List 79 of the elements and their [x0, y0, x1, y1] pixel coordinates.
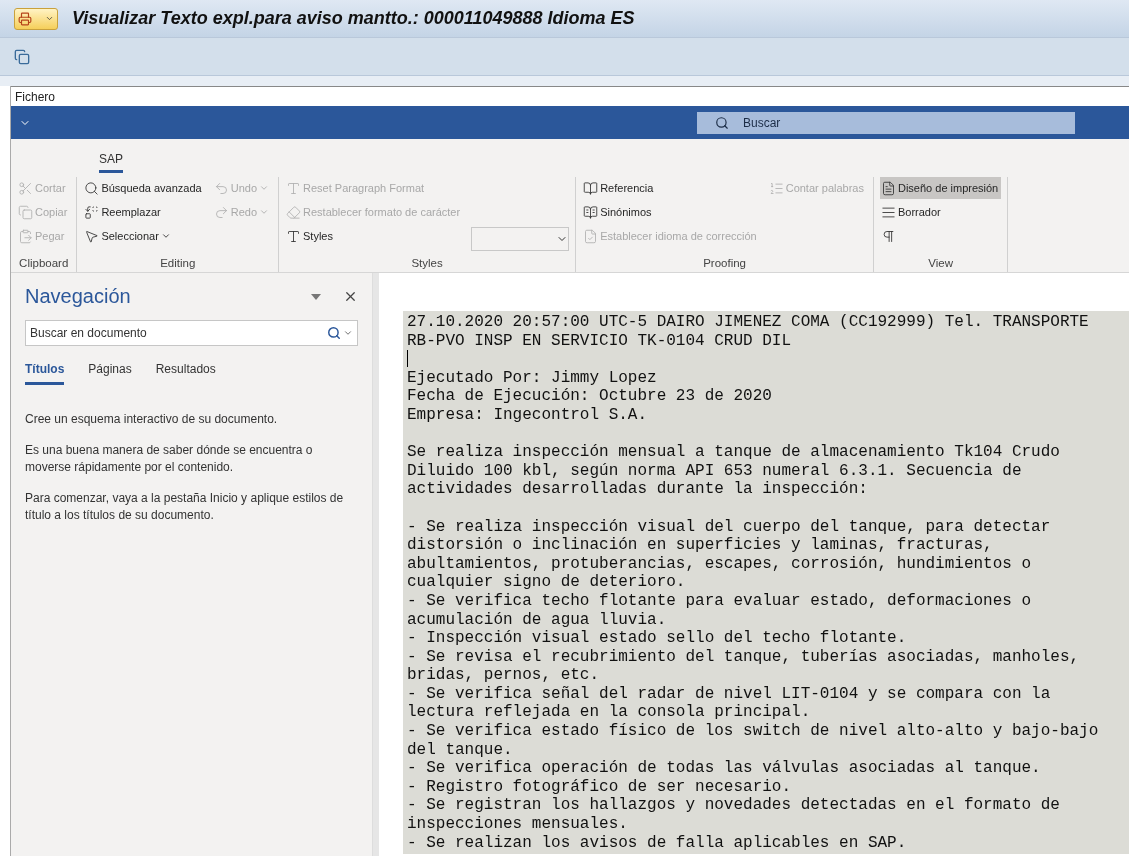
document-line: inspecciones mensuales. [407, 815, 629, 834]
help-text: Para comenzar, vaya a la pestaña Inicio y aplique estilos de título a los títulos de su documento. [25, 490, 345, 524]
document-line: del tanque. [407, 740, 514, 760]
search-icon [327, 326, 341, 340]
undo-icon [213, 180, 229, 196]
group-label: Clipboard [18, 257, 70, 269]
pane-tab[interactable]: Páginas [88, 358, 132, 385]
scissors-icon [18, 180, 33, 196]
document-line: distorsión o inclinación en superficies y laminas, fracturas, [407, 536, 994, 555]
caret-icon [45, 14, 54, 23]
lines-icon [880, 204, 896, 220]
document-line: - Se realizan los avisos de falla aplicables en SAP. [407, 833, 908, 853]
document-line: - Se verifica operación de todas las válvulas asociadas al tanque. [407, 759, 1042, 778]
document-line: actividades desarrolladas durante la inspección: [407, 480, 869, 499]
pane-title: Navegación [25, 285, 131, 308]
window-title: Visualizar Texto expl.para aviso mantto.: 000011049888 Idioma ES [72, 8, 635, 29]
document-line: - Se verifica estado físico de los switch de nivel alto-alto y bajo-bajo [407, 722, 1100, 741]
pane-tab[interactable]: Títulos [25, 358, 65, 385]
group-label: View [927, 257, 954, 269]
document-line: - Se verifica techo flotante para evaluar estado, deformaciones o [407, 591, 1033, 611]
ribbon-button[interactable]: Borrador [879, 201, 1002, 223]
document-line: - Se realiza inspección visual del cuerpo del tanque, para detectar [407, 517, 1052, 537]
book-search-icon [583, 180, 599, 196]
document-line: - Se registran los hallazgos y novedades detectadas en el formato de [407, 796, 1061, 816]
ribbon-button[interactable]: Diseño de impresión [879, 177, 1002, 199]
document-line: 27.10.2020 20:57:00 UTC-5 DAIRO JIMENEZ COMA (CC192999) Tel. TRANSPORTE [407, 313, 1090, 332]
document-line: Ejecutado Por: Jimmy Lopez [407, 368, 658, 388]
redo-icon [213, 204, 229, 220]
ribbon-button[interactable]: Reemplazar [83, 201, 205, 223]
search-field[interactable]: Buscar en documento [25, 320, 358, 346]
ribbon-button[interactable]: Styles [285, 225, 464, 247]
help-text: Es una buena manera de saber dónde se encuentra o moverse rápidamente por el contenido. [25, 442, 314, 476]
document-line: - Se verifica señal del radar de nivel LIT-0104 y se compara con la [407, 684, 1052, 704]
pointer-icon [84, 228, 100, 244]
group-label: Proofing [702, 257, 747, 269]
document-line: acumulación de agua lluvia. [407, 610, 668, 630]
group-label: Styles [410, 257, 444, 269]
document-line: Fecha de Ejecución: Octubre 23 de 2020 [407, 387, 773, 406]
chevron-icon [343, 328, 353, 338]
document-line: - Registro fotográfico de ser necesario. [407, 777, 793, 797]
document-line: cualquier signo de deterioro. [407, 573, 687, 592]
document-line: bridas, pernos, etc. [407, 666, 601, 685]
eraser-icon [286, 204, 301, 220]
ribbon-button[interactable]: Sinónimos [582, 201, 760, 223]
clipboard-icon [18, 228, 33, 244]
ribbon-button[interactable]: Búsqueda avanzada [83, 177, 205, 199]
replace-icon [84, 204, 100, 220]
ribbon-button[interactable]: Referencia [582, 177, 760, 199]
document-line: - Inspección visual estado sello del techo flotante. [407, 629, 908, 648]
document-line: Se realiza inspección mensual a tanque de almacenamiento Tk104 Crudo [407, 443, 1061, 462]
help-text: Cree un esquema interactivo de su documento. [25, 411, 279, 428]
document-line: lectura reflejada en la consola principal. [407, 703, 812, 723]
search-input[interactable]: Buscar en documento [30, 326, 325, 340]
pane-tab[interactable]: Resultados [155, 358, 216, 385]
ribbon-tab[interactable]: SAP [99, 152, 123, 173]
search-icon [84, 180, 100, 196]
menu-item[interactable]: Fichero [15, 89, 55, 104]
menu-button[interactable] [14, 7, 58, 30]
search-field[interactable]: Buscar [697, 111, 1075, 134]
ribbon-button[interactable]: Seleccionar [83, 225, 205, 247]
copy-icon [18, 204, 33, 220]
book-icon [583, 204, 599, 220]
group-label: Editing [159, 257, 197, 269]
text-icon [286, 228, 301, 244]
numbered-list-icon [768, 180, 784, 196]
document-line: RB-PVO INSP EN SERVICIO TK-0104 CRUD DIL [407, 331, 793, 351]
close-icon[interactable] [343, 289, 358, 304]
pilcrow-icon [880, 228, 896, 244]
page-icon [880, 180, 896, 196]
document-line: Diluido 100 kbl, según norma API 653 numeral 6.3.1. Secuencia de [407, 461, 1023, 481]
document-line: - Se revisa el recubrimiento del tanque, tuberías asociadas, manholes, [407, 647, 1081, 667]
check-document-icon [583, 228, 599, 244]
copy-icon[interactable] [14, 48, 30, 65]
search-icon [715, 115, 729, 130]
document-line: Empresa: Ingecontrol S.A. [407, 405, 649, 425]
dropdown-icon[interactable] [311, 293, 321, 300]
text-icon [286, 180, 301, 196]
document-line: abultamientos, protuberancias, escapes, corrosión, hundimientos o [407, 554, 1033, 574]
print-icon [18, 11, 32, 26]
